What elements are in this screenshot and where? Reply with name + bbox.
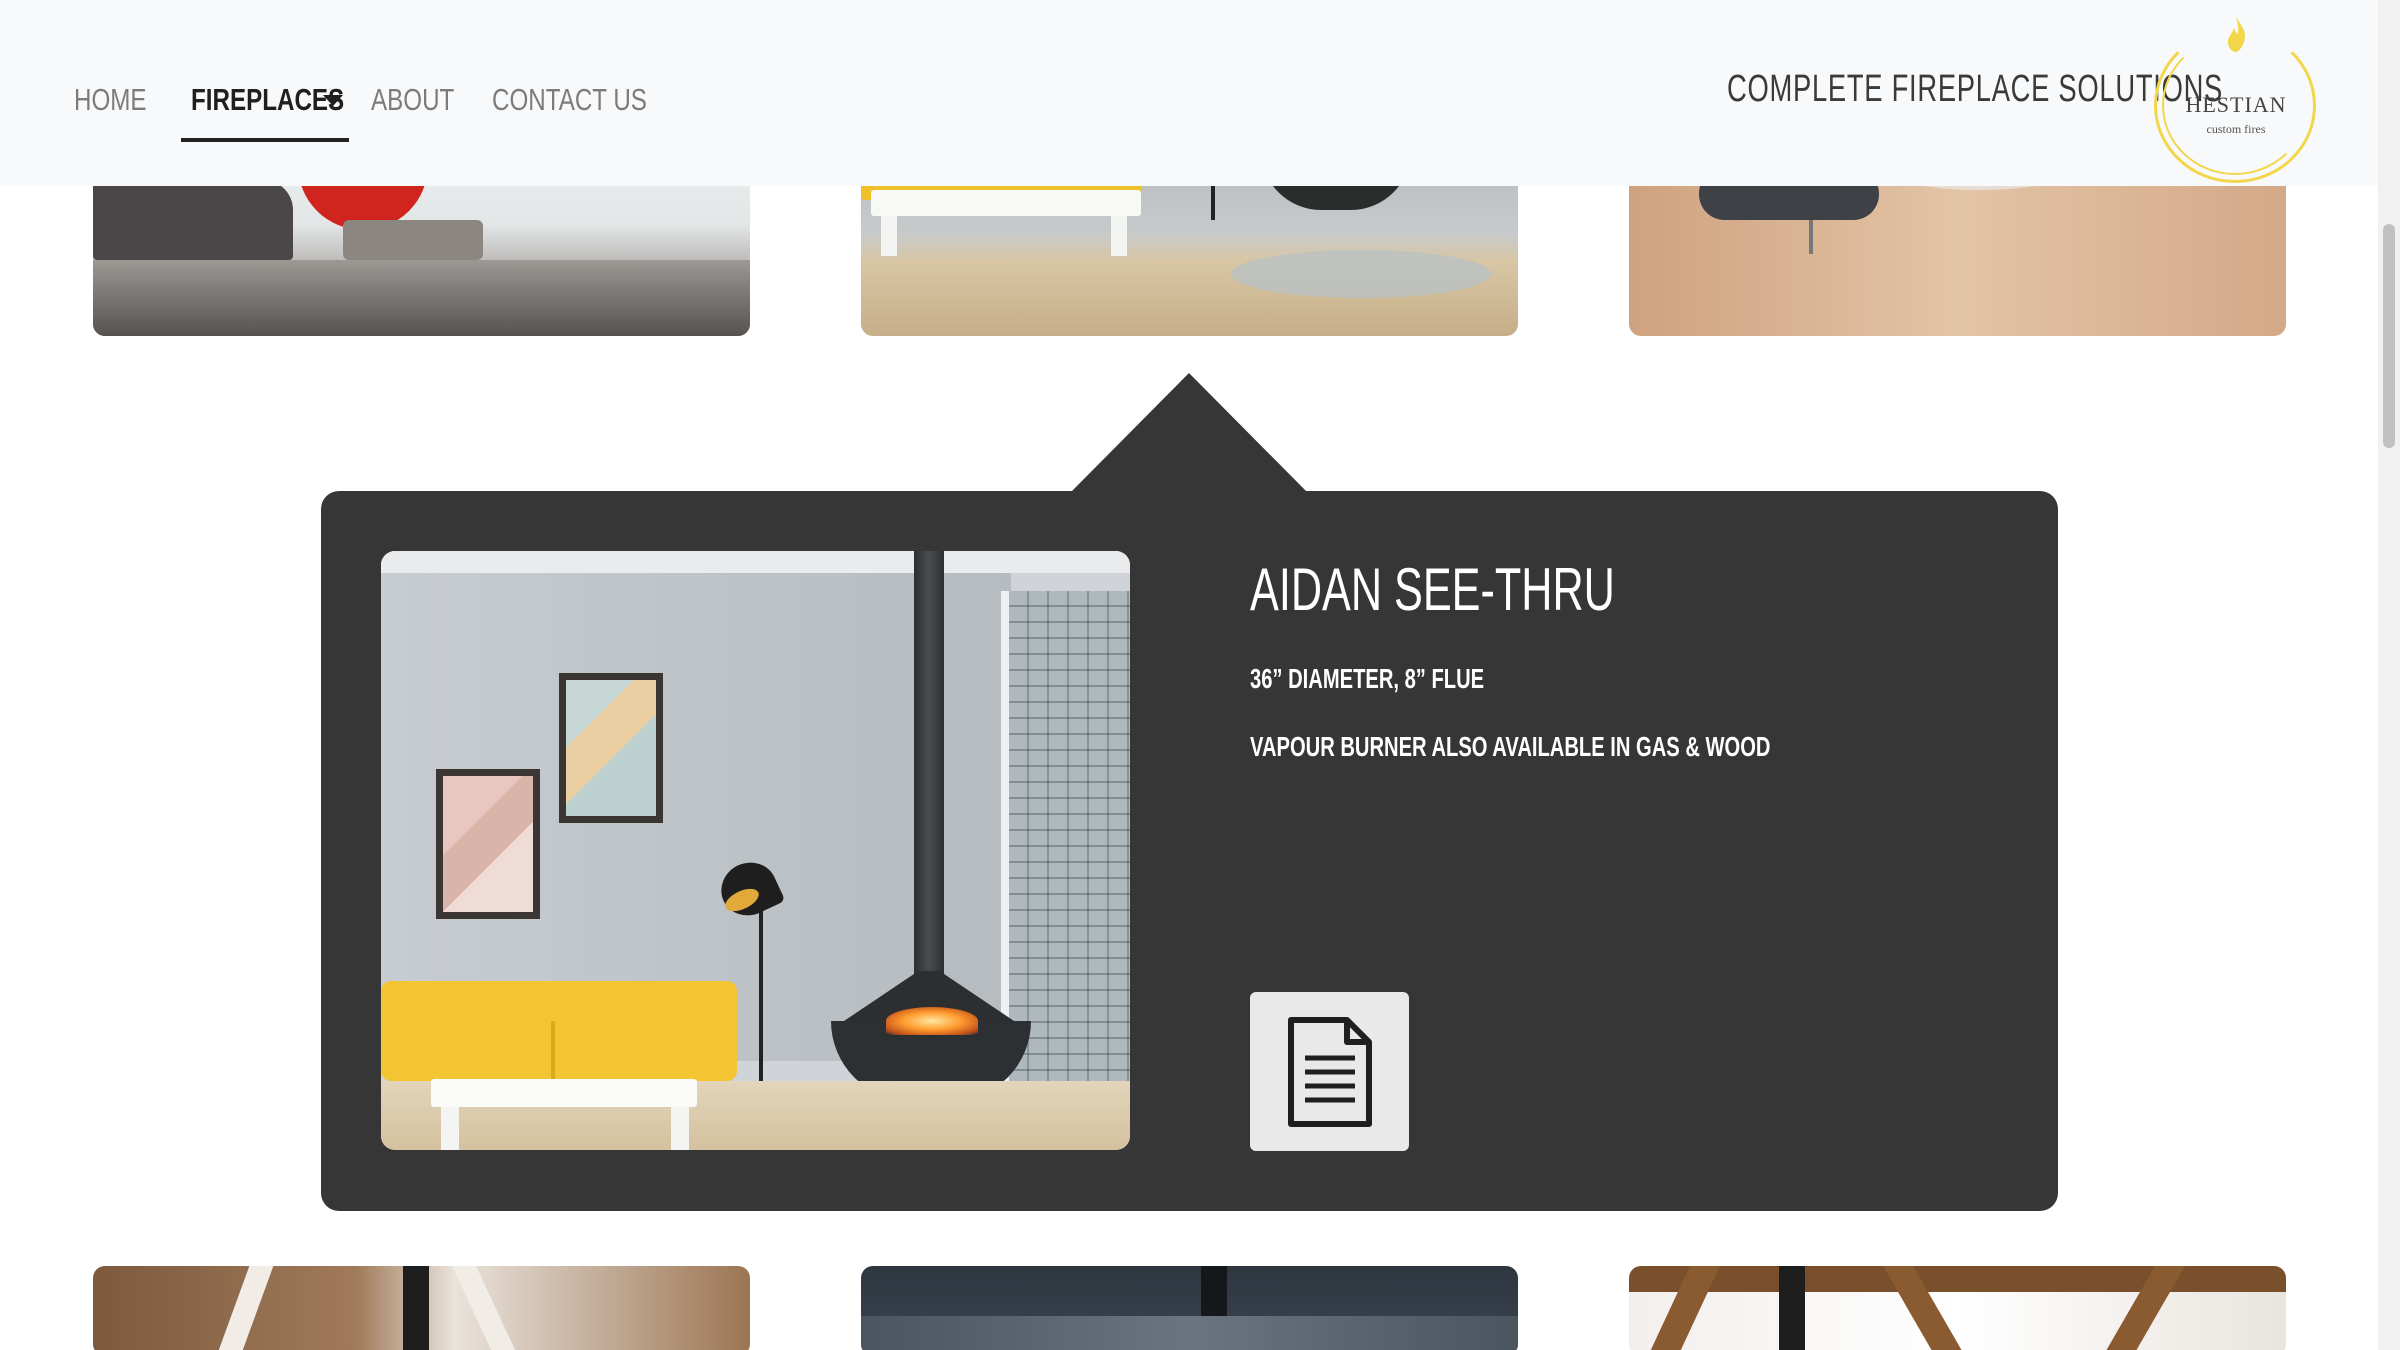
yellow-sofa-graphic bbox=[381, 981, 737, 1081]
flue-graphic bbox=[914, 551, 944, 991]
nav-contact-label[interactable]: CONTACT US bbox=[492, 82, 647, 118]
floor-graphic bbox=[93, 260, 750, 336]
site-tagline: COMPLETE FIREPLACE SOLUTIONS bbox=[1727, 68, 2224, 110]
page-scrollbar[interactable] bbox=[2378, 0, 2400, 1350]
flue-graphic bbox=[1779, 1266, 1805, 1350]
table-leg bbox=[671, 1107, 689, 1150]
table-leg bbox=[441, 1107, 459, 1150]
sofa-graphic bbox=[93, 180, 293, 260]
logo-name: HESTIAN bbox=[2185, 92, 2287, 117]
spec-sheet-button[interactable] bbox=[1250, 992, 1409, 1151]
beam-graphic bbox=[452, 1266, 518, 1350]
table-graphic bbox=[343, 220, 483, 260]
scrollbar-thumb[interactable] bbox=[2383, 224, 2395, 448]
sofa-seat-divider bbox=[551, 1021, 555, 1081]
fireplace-spec-burner: VAPOUR BURNER ALSO AVAILABLE IN GAS & WO… bbox=[1250, 731, 1771, 762]
main-nav: HOME FIREPLACES ABOUT CONTACT US bbox=[74, 70, 704, 142]
coffee-table-graphic bbox=[871, 190, 1141, 216]
beam-graphic bbox=[216, 1266, 274, 1350]
coffee-table-graphic bbox=[431, 1079, 697, 1107]
fireplace-thumbnail[interactable] bbox=[93, 1266, 750, 1350]
nav-item-contact[interactable]: CONTACT US bbox=[492, 70, 683, 130]
site-header: HOME FIREPLACES ABOUT CONTACT US COMPLET… bbox=[0, 0, 2378, 186]
picture-frame bbox=[559, 673, 663, 823]
ceiling-graphic bbox=[381, 551, 1130, 573]
table-leg bbox=[1111, 216, 1127, 256]
flames-graphic bbox=[886, 1007, 978, 1035]
fireplace-detail-panel: AIDAN SEE-THRU 36” DIAMETER, 8” FLUE VAP… bbox=[321, 491, 2058, 1211]
nav-fireplaces-label[interactable]: FIREPLACES bbox=[191, 82, 344, 118]
beam-graphic bbox=[1629, 1266, 2286, 1292]
fireplace-title: AIDAN SEE-THRU bbox=[1250, 556, 1615, 623]
picture-frame bbox=[436, 769, 540, 919]
document-icon bbox=[1287, 1016, 1372, 1127]
nav-about-label[interactable]: ABOUT bbox=[371, 82, 454, 118]
fireplace-spec-size: 36” DIAMETER, 8” FLUE bbox=[1250, 663, 1485, 694]
logo-subtitle: custom fires bbox=[2206, 122, 2266, 136]
table-leg bbox=[881, 216, 897, 256]
fireplace-thumbnail[interactable] bbox=[1629, 1266, 2286, 1350]
flue-graphic bbox=[403, 1266, 429, 1350]
fireplace-detail-image bbox=[381, 551, 1130, 1150]
hestian-logo[interactable]: HESTIAN custom fires bbox=[2150, 14, 2322, 183]
floor-lamp-stand bbox=[759, 881, 763, 1111]
nav-home-label[interactable]: HOME bbox=[74, 82, 147, 118]
chair-leg bbox=[1809, 220, 1813, 254]
floor-shadow bbox=[1231, 250, 1491, 298]
panel-pointer bbox=[1071, 373, 1307, 492]
wall-light-graphic bbox=[861, 1316, 1518, 1350]
nav-item-fireplaces[interactable]: FIREPLACES bbox=[181, 70, 349, 142]
nav-item-about[interactable]: ABOUT bbox=[371, 70, 470, 130]
chevron-down-icon[interactable] bbox=[323, 95, 343, 106]
nav-item-home[interactable]: HOME bbox=[74, 70, 159, 130]
fireplace-thumbnail[interactable] bbox=[861, 1266, 1518, 1350]
